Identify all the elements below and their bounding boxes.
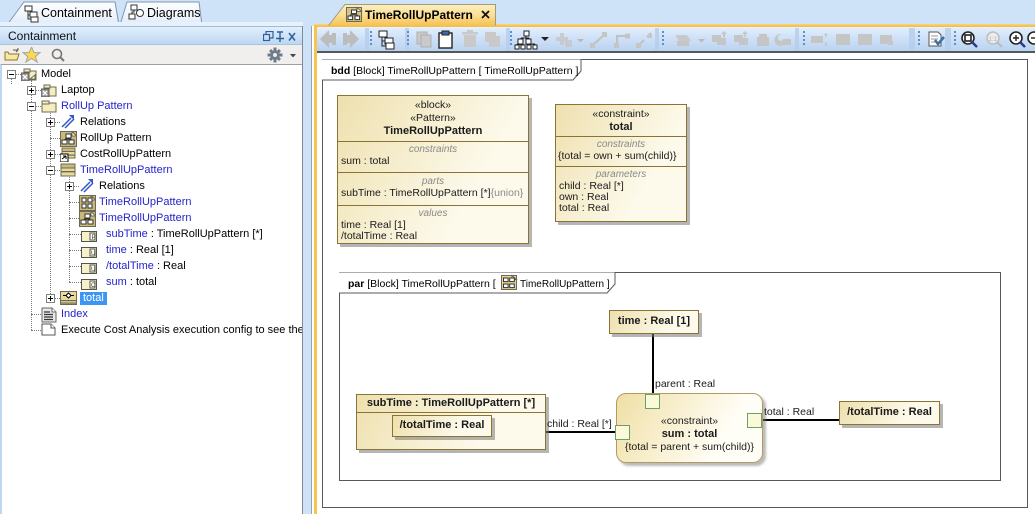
svg-text:C: C [91,283,96,289]
svg-text:bdd [Block] TimeRollUpPattern: bdd [Block] TimeRollUpPattern [ TimeRoll… [331,65,578,77]
svg-text:TimeRollUpPattern: TimeRollUpPattern [365,8,473,22]
svg-text:U: U [91,267,95,273]
svg-text:TimeRollUpPattern ]: TimeRollUpPattern ] [520,279,610,290]
svg-text:P: P [92,235,96,241]
svg-text:par [Block] TimeRollUpPattern: par [Block] TimeRollUpPattern [ [348,278,496,290]
svg-text:1:1: 1:1 [989,37,998,43]
svg-text:U: U [91,251,95,257]
